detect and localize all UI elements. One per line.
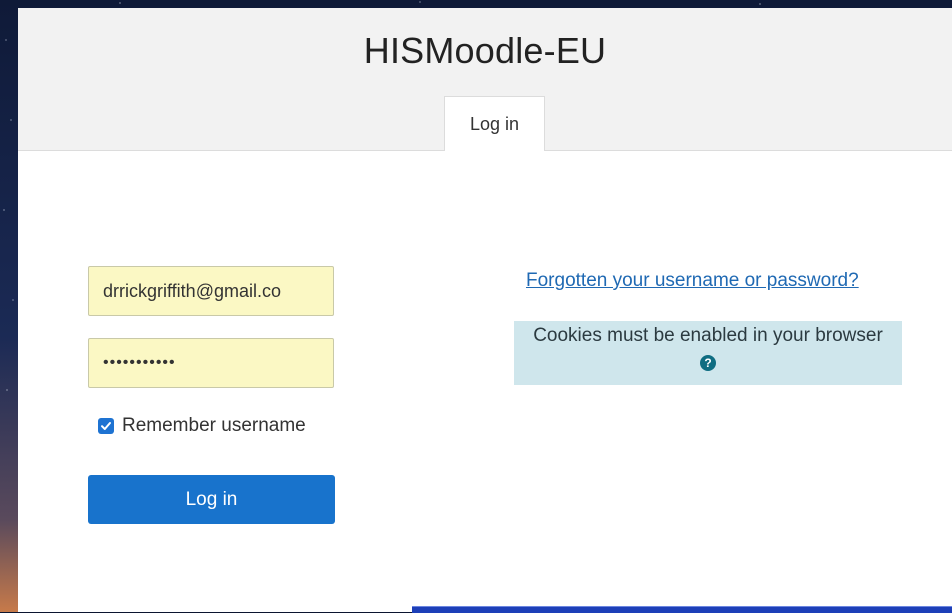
checkmark-icon (101, 422, 111, 430)
site-title: HISMoodle-EU (363, 30, 607, 71)
page-header: HISMoodle-EU Log in (18, 8, 952, 151)
log-in-button[interactable]: Log in (88, 475, 335, 524)
remember-username-checkbox[interactable] (98, 418, 114, 434)
forgot-password-link[interactable]: Forgotten your username or password? (526, 270, 859, 292)
question-circle-icon[interactable]: ? (700, 355, 716, 371)
remember-username-label: Remember username (122, 415, 306, 436)
username-input[interactable] (88, 266, 334, 316)
remember-username-row[interactable]: Remember username (98, 414, 306, 438)
cookies-notice-text: Cookies must be enabled in your browser (533, 325, 883, 346)
cookies-notice: Cookies must be enabled in your browser … (514, 321, 902, 385)
login-page: HISMoodle-EU Log in Remember username Lo… (18, 8, 952, 612)
password-input[interactable] (88, 338, 334, 388)
tab-log-in[interactable]: Log in (444, 96, 545, 151)
